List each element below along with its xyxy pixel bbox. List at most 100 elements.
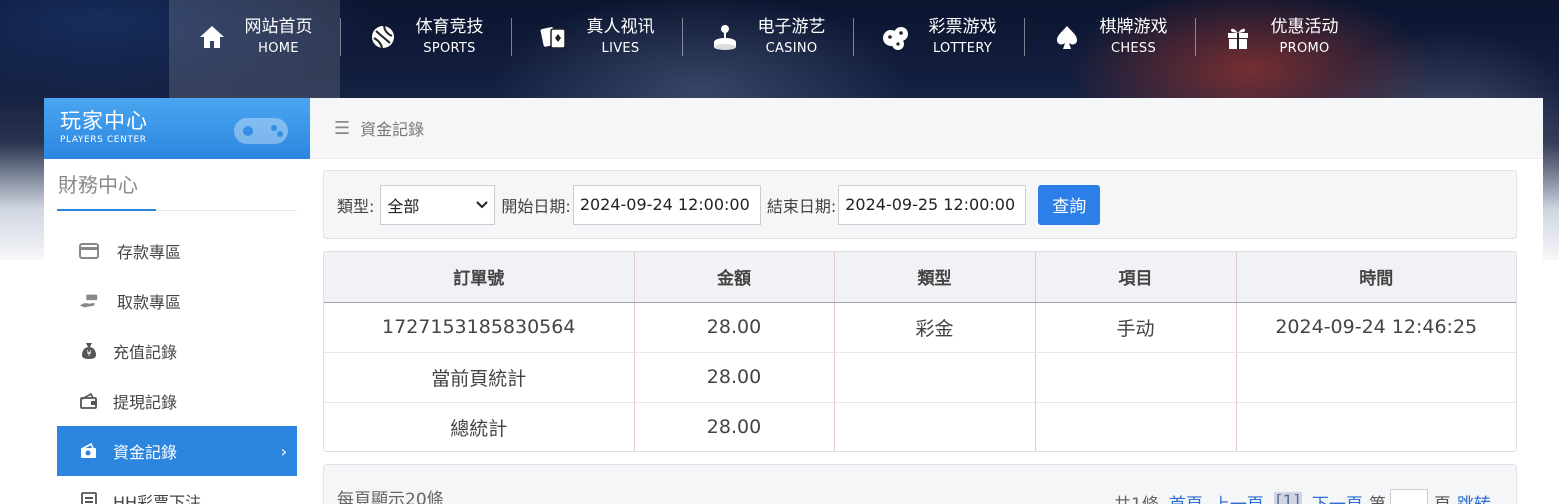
type-select-value: 全部: [387, 196, 420, 216]
column-header: 時間: [1236, 252, 1516, 303]
nav-item-lives[interactable]: 真人视讯 LIVES: [511, 0, 682, 98]
nav-label-en: SPORTS: [423, 41, 476, 56]
nav-label-cn: 电子游艺: [757, 17, 826, 37]
hand-money-icon: [79, 291, 99, 311]
table-cell: 1727153185830564: [324, 302, 635, 353]
page-title: 資金記錄: [360, 120, 425, 139]
sidebar-item-deposit[interactable]: 存款專區: [57, 226, 297, 276]
main-container: 玩家中心 PLAYERS CENTER 財務中心 存款專區 取款專區 ¥ 充值記…: [44, 98, 1543, 504]
nav-item-home[interactable]: 网站首页 HOME: [169, 0, 340, 98]
column-header: 金額: [634, 252, 835, 303]
chevron-right-icon: ›: [280, 441, 287, 461]
per-page-text: 每頁顯示20條: [337, 490, 444, 504]
nav-label-en: PROMO: [1279, 41, 1330, 56]
list-icon: [79, 491, 99, 504]
sidebar-item-hh-lottery[interactable]: HH彩票下注: [57, 476, 297, 504]
sidebar: 玩家中心 PLAYERS CENTER 財務中心 存款專區 取款專區 ¥ 充值記…: [44, 98, 310, 504]
nav-label-cn: 彩票游戏: [928, 17, 997, 37]
table-cell: [1035, 402, 1237, 451]
table-cell: [1236, 402, 1516, 451]
table-cell: [834, 352, 1036, 403]
sidebar-item-label: 資金記錄: [113, 443, 178, 462]
nav-item-chess[interactable]: 棋牌游戏 CHESS: [1024, 0, 1195, 98]
nav-item-sports[interactable]: 体育竞技 SPORTS: [340, 0, 511, 98]
first-page-link[interactable]: 首頁: [1169, 490, 1203, 504]
table-row: 當前頁統計 28.00: [324, 352, 1516, 403]
jump-button[interactable]: 跳转: [1457, 490, 1491, 504]
sidebar-item-fund-record[interactable]: 資金記錄 ›: [57, 426, 297, 476]
dice-icon: [881, 22, 911, 52]
start-date-input[interactable]: 2024-09-24 12:00:00: [572, 184, 761, 225]
home-icon: [197, 22, 227, 52]
sidebar-item-recharge-record[interactable]: ¥ 充值記錄: [57, 326, 297, 376]
sidebar-item-label: 充值記錄: [113, 343, 178, 362]
filter-bar: 類型: 全部 開始日期: 2024-09-24 12:00:00 結束日期: 2…: [323, 170, 1517, 239]
section-title-finance: 財務中心: [57, 173, 297, 211]
nav-item-casino[interactable]: 电子游艺 CASINO: [682, 0, 853, 98]
table-cell: 28.00: [634, 302, 835, 353]
table-cell: 當前頁統計: [324, 352, 635, 403]
nav-label-en: CHESS: [1110, 41, 1157, 56]
table-row: 總統計 28.00: [324, 402, 1516, 451]
sidebar-item-label: 取款專區: [117, 293, 182, 312]
menu-icon: ☰: [334, 117, 351, 139]
nav-label-en: LIVES: [601, 41, 640, 56]
card-icon: [79, 241, 99, 261]
end-date-value: 2024-09-25 12:00:00: [845, 195, 1016, 214]
nav-item-lottery[interactable]: 彩票游戏 LOTTERY: [853, 0, 1024, 98]
table-cell: 28.00: [634, 402, 835, 451]
start-date-value: 2024-09-24 12:00:00: [579, 195, 750, 214]
nav-label-en: LOTTERY: [932, 41, 993, 56]
sidebar-item-label: 存款專區: [117, 243, 182, 262]
table-cell: 手动: [1035, 302, 1237, 353]
table-cell: [834, 402, 1036, 451]
page-number-input[interactable]: [1389, 489, 1428, 504]
type-label: 類型:: [337, 196, 375, 216]
table-header-row: 訂單號 金額 類型 項目 時間: [324, 252, 1516, 303]
prev-page-link[interactable]: 上一頁: [1213, 490, 1264, 504]
total-count: 共1條: [1114, 490, 1159, 504]
spade-icon: [1052, 22, 1082, 52]
breadcrumb: ☰ 資金記錄: [310, 98, 1543, 159]
end-date-label: 結束日期:: [766, 196, 837, 216]
table-cell: [1035, 352, 1237, 403]
sidebar-item-label: HH彩票下注: [113, 493, 202, 504]
column-header: 項目: [1035, 252, 1237, 303]
content-panel: ☰ 資金記錄 類型: 全部 開始日期: 2024-09-24 12:00:00 …: [310, 98, 1543, 504]
goto-suffix: 頁: [1434, 490, 1451, 504]
sidebar-item-withdraw-record[interactable]: 提現記錄: [57, 376, 297, 426]
table-row: 1727153185830564 28.00 彩金 手动 2024-09-24 …: [324, 302, 1516, 353]
sidebar-item-label: 提現記錄: [113, 393, 178, 412]
next-page-link[interactable]: 下一頁: [1312, 490, 1363, 504]
gift-icon: [1223, 22, 1253, 52]
nav-label-en: HOME: [258, 41, 299, 56]
money-bag-icon: ¥: [79, 341, 99, 361]
ball-icon: [368, 22, 398, 52]
players-center-header: 玩家中心 PLAYERS CENTER: [44, 98, 310, 159]
pagination-bar: 每頁顯示20條 共1條 首頁 上一頁 [1] 下一頁 第 頁 跳转: [323, 464, 1517, 504]
chevron-down-icon: [476, 200, 489, 208]
query-button[interactable]: 查詢: [1038, 184, 1101, 225]
sidebar-menu: 存款專區 取款專區 ¥ 充值記錄 提現記錄 資金記錄 › HH彩票下注: [44, 226, 310, 504]
table-cell: 總統計: [324, 402, 635, 451]
nav-label-cn: 棋牌游戏: [1099, 17, 1168, 37]
nav-item-promo[interactable]: 优惠活动 PROMO: [1195, 0, 1366, 98]
wallet-icon: [79, 391, 99, 411]
table-cell: 彩金: [834, 302, 1036, 353]
goto-prefix: 第: [1369, 490, 1386, 504]
column-header: 類型: [834, 252, 1036, 303]
sidebar-item-withdraw[interactable]: 取款專區: [57, 276, 297, 326]
cards-icon: [539, 22, 569, 52]
table-cell: [1236, 352, 1516, 403]
table-cell: 28.00: [634, 352, 835, 403]
type-select[interactable]: 全部: [380, 184, 496, 225]
nav-label-cn: 体育竞技: [415, 17, 484, 37]
records-table: 訂單號 金額 類型 項目 時間 1727153185830564 28.00 彩…: [323, 251, 1517, 452]
current-page: [1]: [1273, 492, 1302, 504]
nav-label-en: CASINO: [765, 41, 818, 56]
coins-icon: [79, 441, 99, 461]
nav-label-cn: 真人视讯: [586, 17, 655, 37]
gamepad-icon: [234, 118, 288, 144]
end-date-input[interactable]: 2024-09-25 12:00:00: [838, 184, 1027, 225]
nav-label-cn: 优惠活动: [1270, 17, 1339, 37]
